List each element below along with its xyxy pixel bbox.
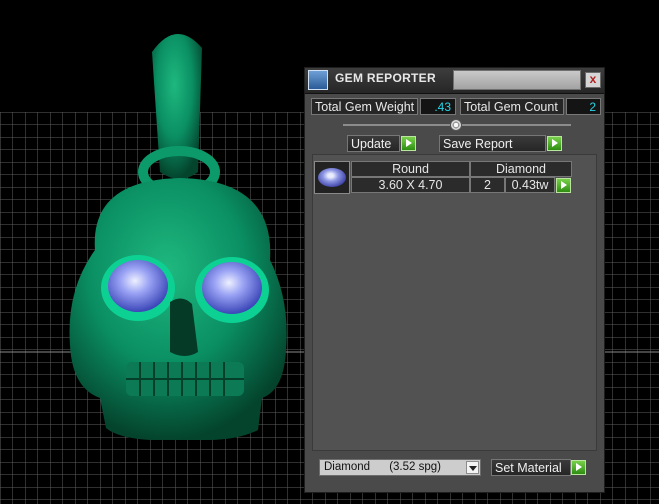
total-gem-count-value: 2: [566, 98, 601, 115]
gem-weight-cell: 0.43tw: [505, 177, 555, 193]
gem-list-area: [312, 154, 597, 451]
round-gem-thumbnail-icon: [314, 161, 350, 194]
gem-shape-header: Round: [351, 161, 470, 177]
gem-material-header: Diamond: [470, 161, 572, 177]
gem-count-cell: 2: [470, 177, 505, 193]
left-eye-gem: [108, 260, 168, 312]
gem-reporter-panel: GEM REPORTER x Total Gem Weight .43 Tota…: [304, 67, 605, 493]
close-button[interactable]: x: [585, 72, 601, 88]
total-gem-weight-label: Total Gem Weight: [311, 98, 418, 115]
set-material-button[interactable]: Set Material: [491, 459, 571, 476]
skull-pendant-model: [69, 33, 287, 440]
panel-title: GEM REPORTER: [335, 71, 436, 85]
save-report-arrow-icon[interactable]: [547, 136, 562, 151]
gem-reporter-app-icon: [308, 70, 328, 90]
gem-row-arrow-icon[interactable]: [556, 178, 571, 193]
right-eye-gem: [202, 262, 262, 314]
titlebar-bar: [453, 70, 581, 90]
chevron-down-icon[interactable]: [466, 461, 479, 474]
gem-size-cell: 3.60 X 4.70: [351, 177, 470, 193]
update-arrow-icon[interactable]: [401, 136, 416, 151]
close-icon: x: [589, 72, 597, 86]
save-report-button[interactable]: Save Report: [439, 135, 546, 152]
material-dropdown[interactable]: Diamond (3.52 spg): [319, 459, 481, 476]
set-material-arrow-icon[interactable]: [571, 460, 586, 475]
total-gem-weight-value: .43: [420, 98, 456, 115]
material-dropdown-value: Diamond (3.52 spg): [324, 461, 441, 473]
total-gem-count-label: Total Gem Count: [460, 98, 564, 115]
slider-handle[interactable]: [450, 119, 462, 131]
update-button[interactable]: Update: [347, 135, 400, 152]
panel-titlebar[interactable]: GEM REPORTER x: [305, 68, 604, 94]
